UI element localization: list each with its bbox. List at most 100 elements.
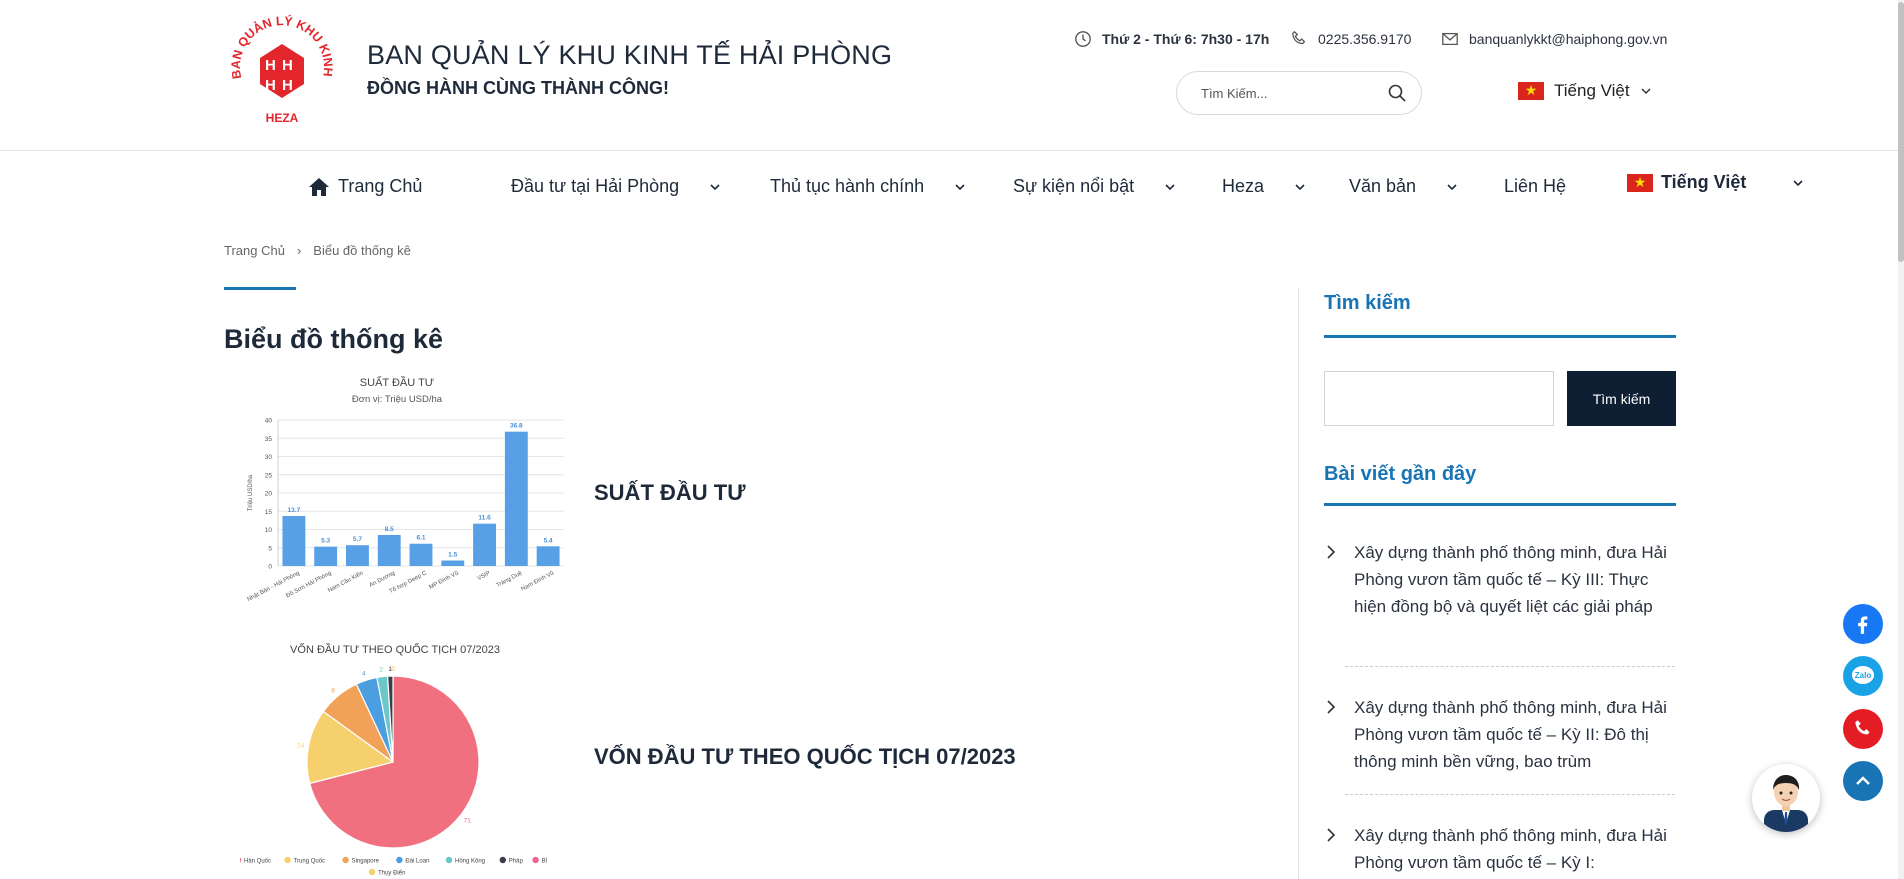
- header-search-input[interactable]: [1201, 85, 1387, 101]
- recent-post[interactable]: Xây dựng thành phố thông minh, đưa Hải P…: [1324, 822, 1676, 876]
- heza-logo[interactable]: BAN QUẢN LÝ KHU KINH TẾ HẢI PHÒNG HH HH …: [219, 2, 340, 130]
- bar-value-label: 5.4: [544, 537, 553, 544]
- investment-by-nationality-chart[interactable]: VỐN ĐẦU TƯ THEO QUỐC TỊCH 07/2023 71 14 8 4 2…: [234, 636, 560, 879]
- sidebar-heading-rule: [1324, 335, 1676, 338]
- svg-text:H: H: [265, 57, 276, 74]
- legend-swatch: [396, 856, 403, 864]
- chevron-down-icon: [1165, 183, 1175, 190]
- nav-language-selector[interactable]: Tiếng Việt: [1627, 172, 1804, 193]
- legend-swatch: [368, 868, 376, 876]
- sidebar-search-input[interactable]: [1324, 371, 1554, 426]
- chart2-caption[interactable]: VỐN ĐẦU TƯ THEO QUỐC TỊCH 07/2023: [594, 744, 1016, 770]
- breadcrumb-separator: ›: [296, 243, 302, 258]
- nav-label: Heza: [1222, 176, 1265, 196]
- main-nav: Trang Chủ Đầu tư tại Hải Phòng Thủ tục h…: [0, 170, 1904, 204]
- nav-label: Thủ tục hành chính: [770, 176, 925, 196]
- recent-post-title[interactable]: Xây dựng thành phố thông minh, đưa Hải P…: [1354, 694, 1676, 775]
- scroll-to-top-button[interactable]: [1843, 761, 1883, 801]
- y-tick-label: 35: [265, 436, 273, 443]
- breadcrumb-current: Biểu đồ thống kê: [313, 243, 411, 258]
- legend-label: Trung Quốc: [294, 859, 325, 865]
- nav-item-documents[interactable]: Văn bản: [1349, 176, 1458, 197]
- nav-label: Liên Hệ: [1504, 176, 1567, 196]
- search-icon[interactable]: [1387, 83, 1407, 103]
- sidebar-search-heading: Tìm kiếm: [1324, 292, 1411, 314]
- legend-swatch: [499, 856, 506, 864]
- header-search: [1176, 71, 1422, 115]
- email-text[interactable]: banquanlykkt@haiphong.gov.vn: [1469, 31, 1667, 47]
- svg-text:H: H: [265, 77, 276, 94]
- sidebar-search-button[interactable]: Tìm kiếm: [1567, 371, 1676, 426]
- nav-item-home[interactable]: Trang Chủ: [308, 176, 422, 197]
- call-button[interactable]: [1843, 709, 1883, 749]
- x-tick-label: An Dương: [369, 570, 397, 588]
- chart-title: VỐN ĐẦU TƯ THEO QUỐC TỊCH 07/2023: [290, 642, 500, 656]
- legend-swatch: [284, 856, 291, 864]
- chevron-right-icon: [1327, 828, 1336, 842]
- breadcrumb-home[interactable]: Trang Chủ: [224, 243, 285, 258]
- legend-swatch: [342, 856, 349, 864]
- bar-8: [536, 546, 560, 566]
- zalo-button[interactable]: Zalo: [1843, 656, 1883, 696]
- x-tick-label: Nam Cầu Kiền: [327, 570, 364, 594]
- working-hours: Thứ 2 - Thứ 6: 7h30 - 17h: [1074, 30, 1269, 48]
- bar-1: [314, 546, 338, 566]
- chart1-caption[interactable]: SUẤT ĐẦU TƯ: [594, 480, 745, 506]
- recent-post[interactable]: Xây dựng thành phố thông minh, đưa Hải P…: [1324, 539, 1676, 620]
- recent-post-title[interactable]: Xây dựng thành phố thông minh, đưa Hải P…: [1354, 822, 1676, 876]
- chevron-down-icon: [1295, 183, 1305, 190]
- y-tick-label: 30: [265, 454, 273, 461]
- support-agent-icon: [1764, 775, 1808, 832]
- legend-label: Hồng Kông: [455, 859, 485, 865]
- site-title[interactable]: BAN QUẢN LÝ KHU KINH TẾ HẢI PHÒNG: [367, 40, 892, 71]
- legend-label: Bỉ: [542, 858, 548, 865]
- legend-label: Hàn Quốc: [244, 859, 271, 865]
- hotline-text[interactable]: 0225.356.9170: [1318, 31, 1411, 47]
- nav-language-label: Tiếng Việt: [1661, 172, 1747, 192]
- chevron-down-icon: [1793, 179, 1803, 186]
- home-icon: [309, 177, 329, 196]
- svg-text:H: H: [282, 57, 293, 74]
- x-tick-label: VSIP: [477, 570, 492, 582]
- language-selector-top[interactable]: Tiếng Việt: [1518, 81, 1652, 101]
- y-tick-label: 25: [265, 472, 273, 479]
- chart-subtitle: Đơn vị: Triệu USD/ha: [352, 394, 443, 405]
- chevron-down-icon: [1641, 88, 1651, 95]
- svg-text:H: H: [282, 77, 293, 94]
- x-tick-label: Nhật Bản - Hải Phòng: [246, 570, 300, 603]
- chevron-up-icon: [1856, 776, 1870, 785]
- email-contact[interactable]: banquanlykkt@haiphong.gov.vn: [1441, 30, 1667, 48]
- legend-label: Thụy Điển: [378, 870, 405, 877]
- page-title: Biểu đồ thống kê: [224, 324, 443, 354]
- facebook-button[interactable]: [1843, 604, 1883, 644]
- nav-item-events[interactable]: Sự kiện nổi bật: [1013, 176, 1176, 197]
- page-scrollbar[interactable]: [1898, 0, 1904, 879]
- working-hours-text: Thứ 2 - Thứ 6: 7h30 - 17h: [1102, 31, 1270, 47]
- sidebar-divider: [1298, 287, 1299, 879]
- nav-item-heza[interactable]: Heza: [1222, 176, 1306, 197]
- x-tick-label: Nam Đình Vũ: [520, 570, 555, 592]
- facebook-icon: [1858, 616, 1868, 634]
- recent-post-title[interactable]: Xây dựng thành phố thông minh, đưa Hải P…: [1354, 539, 1676, 620]
- nav-item-procedures[interactable]: Thủ tục hành chính: [770, 176, 966, 197]
- hotline[interactable]: 0225.356.9170: [1290, 30, 1411, 48]
- support-avatar[interactable]: [1752, 764, 1820, 832]
- sidebar-heading-rule: [1324, 503, 1676, 506]
- recent-post[interactable]: Xây dựng thành phố thông minh, đưa Hải P…: [1324, 694, 1676, 775]
- post-separator: [1345, 666, 1675, 667]
- bar-value-label: 13.7: [288, 507, 301, 514]
- y-tick-label: 15: [265, 509, 273, 516]
- pie-value-label: 4: [362, 671, 366, 678]
- y-tick-label: 20: [265, 491, 273, 498]
- nav-label: Đầu tư tại Hải Phòng: [511, 176, 680, 196]
- header-divider: [0, 150, 1904, 151]
- bar-5: [441, 560, 465, 566]
- bar-value-label: 36.8: [510, 423, 523, 430]
- scrollbar-thumb[interactable]: [1898, 2, 1904, 262]
- bar-value-label: 6.1: [416, 535, 425, 542]
- bar-value-label: 11.6: [478, 515, 491, 522]
- language-label: Tiếng Việt: [1554, 81, 1630, 100]
- investment-rate-chart[interactable]: SUẤT ĐẦU TƯ Đơn vị: Triệu USD/ha 0 5 10 15 20 2…: [222, 372, 572, 612]
- nav-item-contact[interactable]: Liên Hệ: [1504, 176, 1566, 197]
- nav-item-invest[interactable]: Đầu tư tại Hải Phòng: [511, 176, 721, 197]
